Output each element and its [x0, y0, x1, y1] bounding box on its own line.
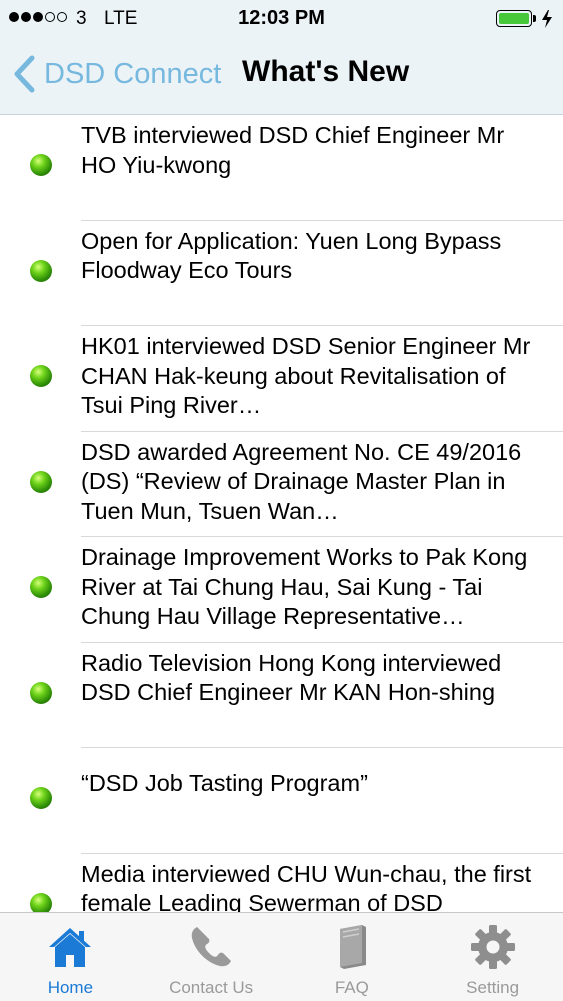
clock: 12:03 PM: [238, 7, 325, 29]
news-item[interactable]: HK01 interviewed DSD Senior Engineer Mr …: [0, 326, 563, 432]
status-bar: 3 LTE 12:03 PM: [0, 0, 563, 38]
news-list[interactable]: TVB interviewed DSD Chief Engineer Mr HO…: [0, 115, 563, 912]
green-bullet-icon: [30, 576, 52, 598]
chevron-left-icon: [14, 55, 35, 93]
tab-setting[interactable]: Setting: [422, 913, 563, 1001]
phone-icon: [191, 927, 232, 967]
green-bullet-icon: [30, 470, 52, 493]
page-title: What's New: [242, 55, 410, 88]
news-item[interactable]: TVB interviewed DSD Chief Engineer Mr HO…: [0, 115, 563, 221]
charging-bolt-icon: [542, 10, 552, 28]
tab-contact-us[interactable]: Contact Us: [141, 913, 282, 1001]
tab-faq[interactable]: FAQ: [282, 913, 423, 1001]
green-bullet-icon: [30, 259, 52, 282]
battery-icon: [496, 10, 532, 27]
tab-label: Setting: [466, 978, 520, 997]
news-item[interactable]: Drainage Improvement Works to Pak Kong R…: [0, 537, 563, 643]
news-title: DSD awarded Agreement No. CE 49/2016 (DS…: [81, 438, 522, 524]
navigation-bar: DSD Connect What's New: [0, 38, 563, 114]
green-bullet-icon: [30, 681, 52, 704]
news-title: HK01 interviewed DSD Senior Engineer Mr …: [81, 333, 531, 418]
news-title: Open for Application: Yuen Long Bypass F…: [81, 227, 502, 284]
tab-label: Home: [47, 978, 94, 997]
tab-label: Contact Us: [169, 978, 254, 997]
tab-label: FAQ: [334, 978, 369, 997]
news-title: TVB interviewed DSD Chief Engineer Mr HO…: [81, 122, 505, 178]
news-title: Drainage Improvement Works to Pak Kong R…: [81, 544, 528, 629]
news-title: “DSD Job Tasting Program”: [81, 770, 368, 796]
green-bullet-icon: [30, 787, 52, 809]
tab-bar: Home Contact Us FAQ Setting: [0, 912, 563, 1001]
news-item[interactable]: Radio Television Hong Kong interviewed D…: [0, 643, 563, 748]
green-bullet-icon: [30, 154, 52, 176]
news-item[interactable]: Open for Application: Yuen Long Bypass F…: [0, 221, 563, 326]
home-icon: [49, 928, 92, 967]
news-item[interactable]: DSD awarded Agreement No. CE 49/2016 (DS…: [0, 432, 563, 537]
green-bullet-icon: [30, 365, 52, 387]
book-icon: [339, 925, 366, 969]
news-item[interactable]: “DSD Job Tasting Program”: [0, 748, 563, 854]
back-label: DSD Connect: [44, 57, 222, 90]
news-title: Radio Television Hong Kong interviewed D…: [81, 649, 502, 706]
back-button[interactable]: DSD Connect: [12, 52, 221, 96]
battery-level: [499, 13, 529, 24]
news-title: Media interviewed CHU Wun-chau, the firs…: [81, 860, 532, 913]
battery-cap: [533, 15, 536, 22]
news-item[interactable]: Media interviewed CHU Wun-chau, the firs…: [0, 854, 563, 913]
green-bullet-icon: [30, 892, 52, 912]
gear-icon: [470, 925, 515, 969]
tab-home[interactable]: Home: [0, 913, 141, 1001]
header: 3 LTE 12:03 PM DSD Connect What's New: [0, 0, 563, 115]
